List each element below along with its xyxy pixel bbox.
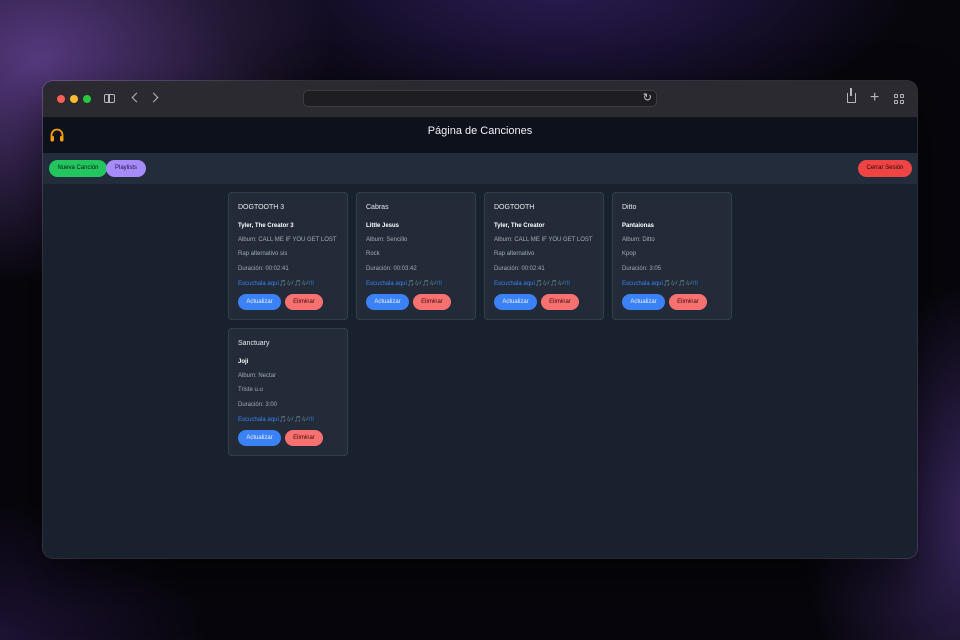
song-title: DOGTOOTH <box>494 204 535 211</box>
zoom-window-button[interactable] <box>83 95 91 103</box>
song-card: DOGTOOTH 3 Tyler, The Creator 3 Album: C… <box>228 192 348 320</box>
logout-button[interactable]: Cerrar Sesión <box>858 160 912 177</box>
song-genre: Kpop <box>622 251 637 257</box>
song-album: Album: Ditto <box>622 237 655 243</box>
song-card: Sanctuary Joji Album: Nectar Triste u.u … <box>228 328 348 456</box>
song-genre: Rap alternativo <box>494 251 535 257</box>
sidebar-icon[interactable] <box>104 94 115 103</box>
delete-button[interactable]: Eliminar <box>285 294 323 310</box>
reload-icon[interactable]: ↻ <box>643 91 652 106</box>
song-artist: Joji <box>238 359 249 365</box>
page-title: Página de Canciones <box>427 125 533 137</box>
browser-window: ↻ + Página de Canciones Nueva Canción Pl… <box>43 81 917 558</box>
back-chevron-icon[interactable] <box>131 92 142 103</box>
song-duration: Duración: 3:05 <box>622 266 662 272</box>
browser-toolbar: ↻ + <box>43 81 917 118</box>
song-title: Sanctuary <box>238 340 270 347</box>
song-title: Cabras <box>366 204 389 211</box>
delete-button[interactable]: Eliminar <box>541 294 579 310</box>
song-album: Album: CALL ME IF YOU GET LOST <box>494 237 593 243</box>
update-button[interactable]: Actualizar <box>622 294 665 310</box>
share-icon[interactable] <box>847 88 856 103</box>
song-album: Album: CALL ME IF YOU GET LOST <box>238 237 337 243</box>
new-song-button[interactable]: Nueva Canción <box>49 160 107 177</box>
song-duration: Duración: 00:02:41 <box>494 266 545 272</box>
address-bar[interactable]: ↻ <box>303 90 657 107</box>
listen-link[interactable]: Escuchala aquí🎵🎶🎵🎶!!! <box>366 280 442 287</box>
song-artist: Tyler, The Creator 3 <box>238 223 294 229</box>
new-tab-icon[interactable]: + <box>870 89 879 107</box>
update-button[interactable]: Actualizar <box>366 294 409 310</box>
action-bar: Nueva Canción Playlists Cerrar Sesión <box>43 153 917 184</box>
song-duration: Duración: 3:00 <box>238 402 278 408</box>
playlists-button[interactable]: Playlists <box>106 160 146 177</box>
update-button[interactable]: Actualizar <box>494 294 537 310</box>
song-card: Cabras Little Jesus Album: Sencillo Rock… <box>356 192 476 320</box>
song-album: Album: Nectar <box>238 373 277 379</box>
song-title: DOGTOOTH 3 <box>238 204 285 211</box>
song-artist: Tyler, The Creator <box>494 223 545 229</box>
delete-button[interactable]: Eliminar <box>669 294 707 310</box>
update-button[interactable]: Actualizar <box>238 294 281 310</box>
page-content: Página de Canciones Nueva Canción Playli… <box>43 118 917 558</box>
listen-link[interactable]: Escuchala aquí🎵🎶🎵🎶!!! <box>494 280 570 287</box>
tab-overview-icon[interactable] <box>894 94 904 104</box>
forward-chevron-icon[interactable] <box>148 92 159 103</box>
song-genre: Rap alternativo sis <box>238 251 288 257</box>
delete-button[interactable]: Eliminar <box>413 294 451 310</box>
song-artist: Pantaionas <box>622 223 655 229</box>
close-window-button[interactable] <box>57 95 65 103</box>
song-album: Album: Sencillo <box>366 237 408 243</box>
listen-link[interactable]: Escuchala aquí🎵🎶🎵🎶!!! <box>622 280 698 287</box>
song-duration: Duración: 00:02:41 <box>238 266 289 272</box>
listen-link[interactable]: Escuchala aquí🎵🎶🎵🎶!!! <box>238 280 314 287</box>
song-artist: Little Jesus <box>366 223 400 229</box>
delete-button[interactable]: Eliminar <box>285 430 323 446</box>
song-card: Ditto Pantaionas Album: Ditto Kpop Durac… <box>612 192 732 320</box>
listen-link[interactable]: Escuchala aquí🎵🎶🎵🎶!!! <box>238 416 314 423</box>
app-header: Página de Canciones <box>43 118 917 153</box>
minimize-window-button[interactable] <box>70 95 78 103</box>
song-genre: Rock <box>366 251 380 257</box>
song-title: Ditto <box>622 204 637 211</box>
song-genre: Triste u.u <box>238 387 263 393</box>
song-card: DOGTOOTH Tyler, The Creator Album: CALL … <box>484 192 604 320</box>
update-button[interactable]: Actualizar <box>238 430 281 446</box>
song-duration: Duración: 00:03:42 <box>366 266 417 272</box>
